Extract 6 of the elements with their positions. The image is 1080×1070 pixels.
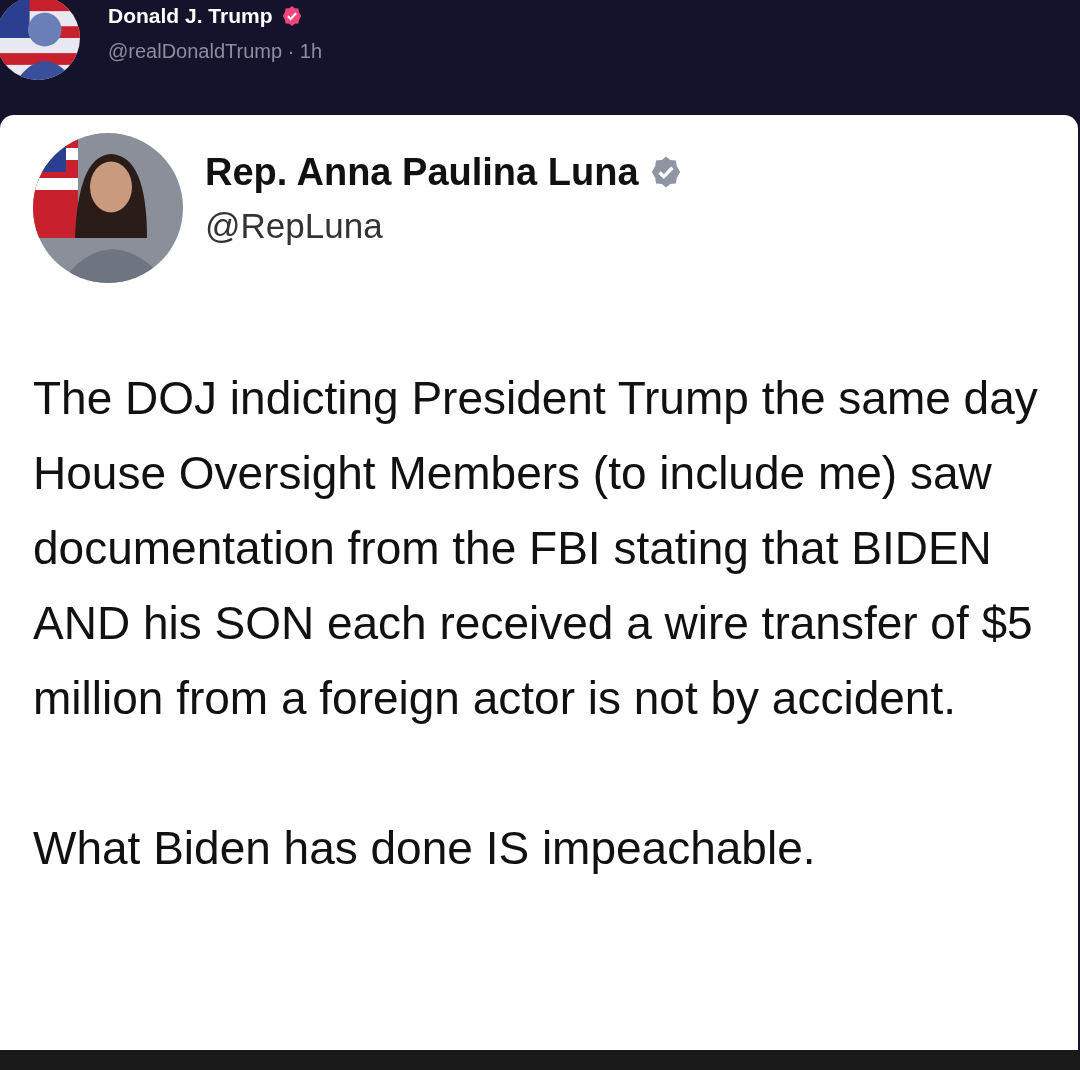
author-name[interactable]: Rep. Anna Paulina Luna [205,150,639,194]
author-handle: @RepLuna [205,205,384,246]
post-text: The DOJ indicting President Trump the same day House Oversight Members (to include me) saw documentation from the FBI stating that BIDEN AND his SON each received a wire transfer of $5 million from a foreign actor is not by accident. [33,371,1039,726]
author-handle: @realDonaldTrump · 1h [108,40,323,63]
author-name[interactable]: Donald J. Trump [108,4,273,28]
post-text: What Biden has done IS impeachable. [33,821,817,876]
